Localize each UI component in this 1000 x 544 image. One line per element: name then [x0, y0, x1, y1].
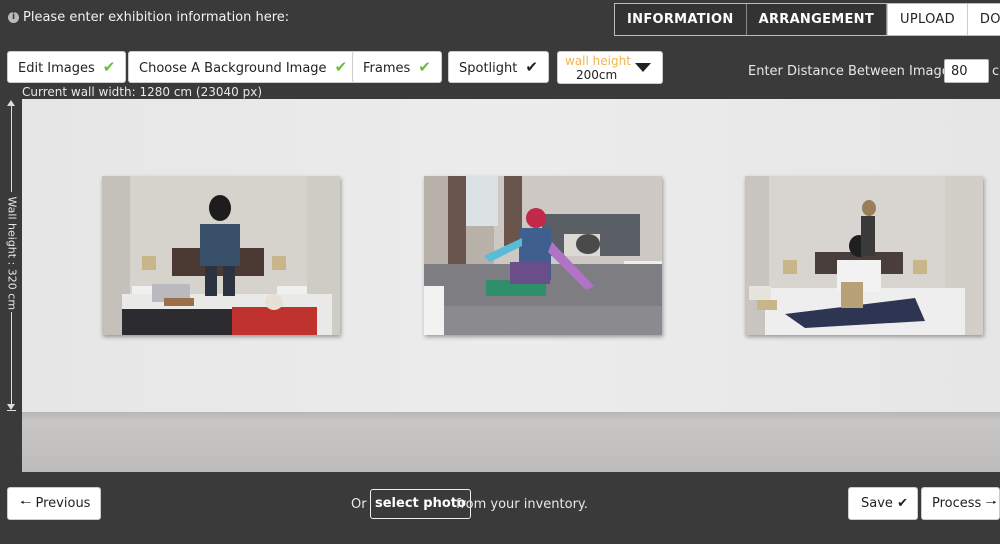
tab-done[interactable]: DONE — [966, 4, 1000, 35]
check-icon: ✔ — [418, 58, 431, 76]
spotlight-button[interactable]: Spotlight ✔ — [448, 51, 549, 83]
distance-label: Enter Distance Between Images: — [748, 64, 961, 79]
inventory-text: from your inventory. — [456, 497, 588, 512]
choose-background-button[interactable]: Choose A Background Image ✔ — [128, 51, 359, 83]
info-icon: i — [8, 12, 19, 23]
arrow-right-icon: 🠒 — [985, 496, 997, 511]
spotlight-label: Spotlight — [459, 61, 518, 76]
tab-information[interactable]: INFORMATION — [615, 4, 747, 35]
distance-unit: cm — [992, 64, 1000, 79]
process-label: Process — [932, 496, 982, 511]
wall-photo-1[interactable] — [102, 176, 340, 335]
wall-height-value: 200cm — [576, 68, 618, 82]
wall-photo-3[interactable] — [745, 176, 983, 335]
tab-arrangement[interactable]: ARRANGEMENT — [746, 4, 888, 35]
check-icon: ✔ — [897, 496, 908, 511]
or-text: Or — [351, 497, 367, 512]
tab-upload[interactable]: UPLOAD — [887, 4, 967, 35]
page-title: Please enter exhibition information here… — [23, 10, 290, 25]
arrow-left-icon: 🠐 — [20, 496, 32, 511]
save-button[interactable]: Save ✔ — [848, 487, 918, 520]
caret-down-icon — [635, 63, 651, 72]
choose-background-label: Choose A Background Image — [139, 61, 327, 76]
wall-height-dropdown[interactable]: wall height 200cm — [557, 51, 663, 84]
previous-label: Previous — [35, 496, 91, 511]
wall-photo-2[interactable] — [424, 176, 662, 335]
save-label: Save — [861, 496, 893, 511]
check-icon: ✔ — [525, 58, 538, 76]
wizard-tabs: INFORMATION ARRANGEMENT UPLOAD DONE — [614, 3, 1000, 36]
wall-height-label: wall height — [565, 54, 631, 68]
wall-height-text: Wall height : 320 cm — [5, 196, 19, 311]
gallery-floor — [22, 412, 1000, 472]
edit-images-button[interactable]: Edit Images ✔ — [7, 51, 127, 83]
wall-width-text: Current wall width: 1280 cm (23040 px) — [22, 85, 262, 99]
check-icon: ✔ — [334, 58, 348, 76]
frames-button[interactable]: Frames ✔ — [352, 51, 442, 83]
distance-input[interactable] — [944, 59, 989, 83]
check-icon: ✔ — [102, 58, 116, 76]
process-button[interactable]: Process 🠒 — [921, 487, 1000, 520]
top-bar: i Please enter exhibition information he… — [0, 0, 1000, 40]
frames-label: Frames — [363, 61, 411, 76]
previous-button[interactable]: 🠐 Previous — [7, 487, 101, 520]
edit-images-label: Edit Images — [18, 61, 95, 76]
